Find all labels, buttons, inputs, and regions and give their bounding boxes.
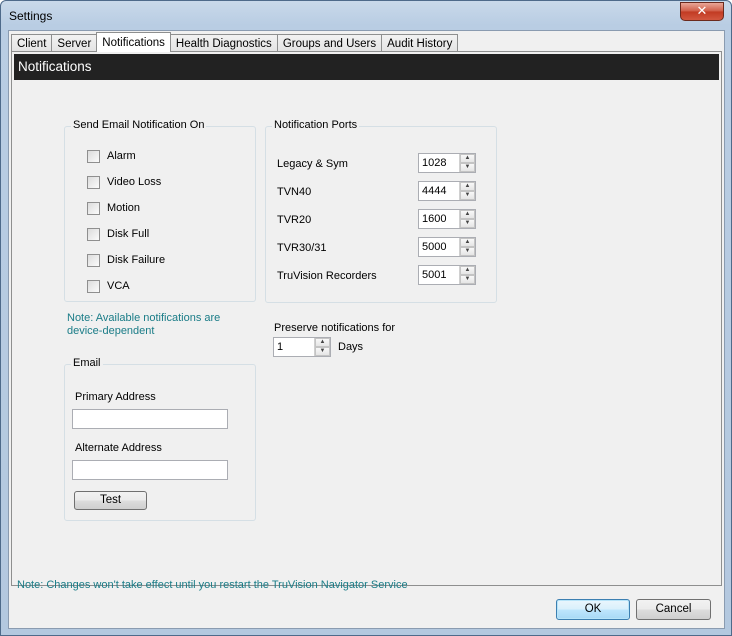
ok-button[interactable]: OK: [556, 599, 630, 620]
port-spinner-tvr30-31[interactable]: 5000 ▲ ▼: [418, 237, 476, 257]
alternate-address-input[interactable]: [72, 460, 228, 480]
notifications-page: Notifications Send Email Notification On…: [11, 51, 722, 591]
preserve-notifications-label: Preserve notifications for: [274, 322, 396, 334]
spinner-value: 1: [277, 341, 284, 353]
spinner-buttons: ▲ ▼: [459, 154, 475, 172]
test-button[interactable]: Test: [74, 491, 147, 510]
notifications-availability-note: Note: Available notifications are device…: [67, 312, 220, 338]
dialog-client-area: Client Server Notifications Health Diagn…: [8, 30, 725, 629]
spinner-buttons: ▲ ▼: [314, 338, 330, 356]
tab-client[interactable]: Client: [11, 34, 53, 52]
checkbox-video-loss[interactable]: Video Loss: [87, 175, 161, 189]
close-button[interactable]: ✕: [680, 2, 724, 21]
checkbox-vca[interactable]: VCA: [87, 279, 130, 293]
spin-up-icon[interactable]: ▲: [460, 210, 475, 219]
checkbox-label: Disk Failure: [107, 254, 166, 266]
restart-service-note: Note: Changes won't take effect until yo…: [17, 579, 408, 591]
spin-up-icon[interactable]: ▲: [460, 182, 475, 191]
email-group-title: Email: [71, 357, 103, 369]
settings-window: Settings ✕ Client Server Notifications H…: [0, 0, 732, 636]
tab-strip: Client Server Notifications Health Diagn…: [11, 32, 459, 52]
cancel-button[interactable]: Cancel: [636, 599, 711, 620]
email-notification-group-title: Send Email Notification On: [71, 119, 207, 131]
spinner-value: 4444: [422, 185, 447, 197]
preserve-days-unit: Days: [338, 341, 364, 353]
email-group: Email Primary Address Alternate Address …: [64, 357, 256, 521]
tab-groups-and-users[interactable]: Groups and Users: [276, 34, 383, 52]
checkbox-label: VCA: [107, 280, 130, 292]
tab-audit-history[interactable]: Audit History: [381, 34, 459, 52]
checkbox-label: Disk Full: [107, 228, 150, 240]
spin-up-icon[interactable]: ▲: [460, 154, 475, 163]
tab-notifications[interactable]: Notifications: [96, 32, 171, 52]
port-label-tvn40: TVN40: [277, 186, 312, 198]
checkbox-box[interactable]: [87, 175, 100, 189]
primary-address-label: Primary Address: [75, 391, 156, 403]
preserve-days-spinner[interactable]: 1 ▲ ▼: [273, 337, 331, 357]
spin-down-icon[interactable]: ▼: [460, 191, 475, 200]
spinner-value: 1600: [422, 213, 447, 225]
spinner-buttons: ▲ ▼: [459, 266, 475, 284]
spin-up-icon[interactable]: ▲: [460, 266, 475, 275]
close-icon: ✕: [696, 4, 708, 19]
spinner-buttons: ▲ ▼: [459, 238, 475, 256]
spin-down-icon[interactable]: ▼: [460, 247, 475, 256]
spinner-value: 5000: [422, 241, 447, 253]
email-notification-group: Send Email Notification On Alarm Video L…: [64, 119, 256, 302]
checkbox-box[interactable]: [87, 149, 100, 163]
checkbox-motion[interactable]: Motion: [87, 201, 140, 215]
alternate-address-label: Alternate Address: [75, 442, 162, 454]
port-spinner-tvr20[interactable]: 1600 ▲ ▼: [418, 209, 476, 229]
checkbox-label: Motion: [107, 202, 141, 214]
port-label-tvr30-31: TVR30/31: [277, 242, 327, 254]
port-spinner-tvn40[interactable]: 4444 ▲ ▼: [418, 181, 476, 201]
spin-down-icon[interactable]: ▼: [315, 347, 330, 356]
tab-health-diagnostics[interactable]: Health Diagnostics: [169, 34, 278, 52]
checkbox-disk-full[interactable]: Disk Full: [87, 227, 149, 241]
notification-ports-group-title: Notification Ports: [272, 119, 360, 131]
title-bar[interactable]: Settings ✕: [1, 1, 731, 31]
spin-up-icon[interactable]: ▲: [315, 338, 330, 347]
spin-up-icon[interactable]: ▲: [460, 238, 475, 247]
spin-down-icon[interactable]: ▼: [460, 219, 475, 228]
checkbox-box[interactable]: [87, 253, 100, 267]
page-header: Notifications: [14, 54, 719, 80]
checkbox-alarm[interactable]: Alarm: [87, 149, 136, 163]
window-title: Settings: [9, 9, 53, 23]
port-label-legacy-sym: Legacy & Sym: [277, 158, 348, 170]
checkbox-box[interactable]: [87, 279, 100, 293]
port-label-tvr20: TVR20: [277, 214, 312, 226]
spinner-value: 5001: [422, 269, 447, 281]
port-spinner-legacy-sym[interactable]: 1028 ▲ ▼: [418, 153, 476, 173]
port-spinner-truvision-recorders[interactable]: 5001 ▲ ▼: [418, 265, 476, 285]
primary-address-input[interactable]: [72, 409, 228, 429]
checkbox-label: Video Loss: [107, 176, 162, 188]
spin-down-icon[interactable]: ▼: [460, 275, 475, 284]
port-label-truvision-recorders: TruVision Recorders: [277, 270, 377, 282]
checkbox-disk-failure[interactable]: Disk Failure: [87, 253, 165, 267]
spinner-value: 1028: [422, 157, 447, 169]
note-line: Note: Available notifications are: [67, 312, 221, 324]
spinner-buttons: ▲ ▼: [459, 182, 475, 200]
checkbox-box[interactable]: [87, 201, 100, 215]
notification-ports-group: Notification Ports Legacy & Sym 1028 ▲ ▼…: [265, 119, 497, 303]
spin-down-icon[interactable]: ▼: [460, 163, 475, 172]
tab-server[interactable]: Server: [51, 34, 98, 52]
checkbox-box[interactable]: [87, 227, 100, 241]
note-line: device-dependent: [67, 325, 155, 337]
spinner-buttons: ▲ ▼: [459, 210, 475, 228]
checkbox-label: Alarm: [107, 150, 136, 162]
